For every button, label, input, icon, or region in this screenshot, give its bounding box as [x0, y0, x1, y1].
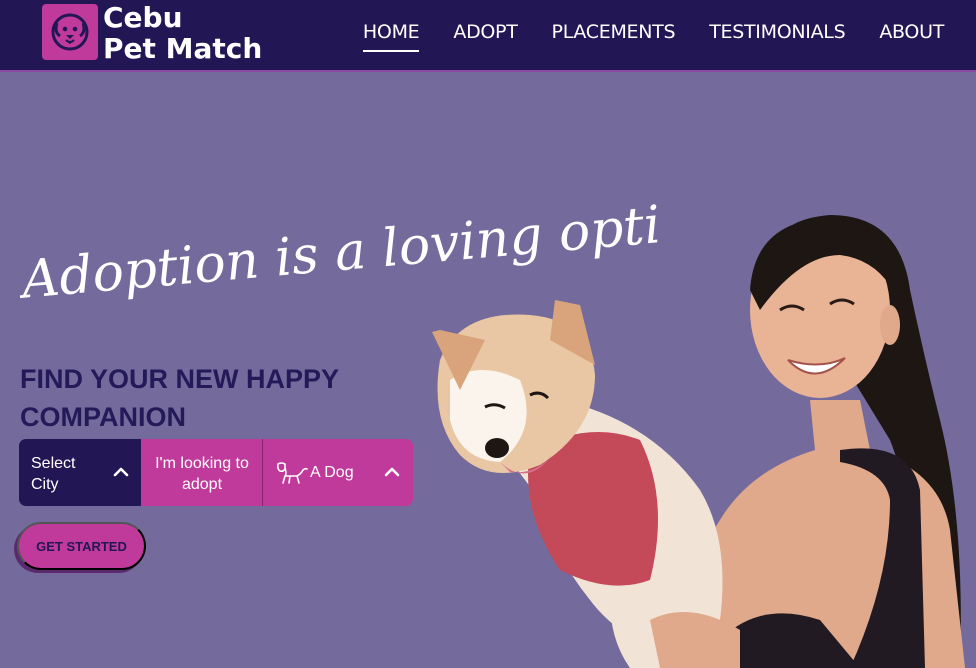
top-navbar: Cebu Pet Match HOME ADOPT PLACEMENTS TES…	[0, 0, 976, 72]
get-started-button[interactable]: GET STARTED	[17, 522, 146, 570]
nav-about[interactable]: ABOUT	[879, 18, 944, 52]
main-nav: HOME ADOPT PLACEMENTS TESTIMONIALS ABOUT	[362, 18, 944, 52]
nav-testimonials[interactable]: TESTIMONIALS	[709, 18, 845, 52]
dog-outline-icon	[276, 462, 308, 484]
city-select-label: Select City	[31, 453, 75, 495]
headline-line-2: COMPANION	[20, 402, 186, 432]
looking-to-adopt-label: I'm looking to adopt	[141, 439, 263, 506]
brand-line-1: Cebu	[103, 1, 183, 34]
nav-home[interactable]: HOME	[362, 18, 420, 52]
pet-type-select[interactable]: A Dog	[263, 439, 413, 506]
nav-placements[interactable]: PLACEMENTS	[552, 18, 676, 52]
city-select-line-1: Select	[31, 455, 76, 472]
headline-line-1: FIND YOUR NEW HAPPY	[20, 364, 340, 394]
brand-name[interactable]: Cebu Pet Match	[103, 2, 262, 64]
script-tagline: Adoption is a loving option	[20, 189, 660, 310]
city-select-line-2: City	[31, 476, 59, 493]
looking-line-2: adopt	[181, 476, 223, 493]
brand-line-2: Pet Match	[103, 32, 263, 65]
pet-type-value: A Dog	[310, 464, 354, 481]
adoption-search-bar: Select City I'm looking to adopt A Dog	[19, 439, 413, 506]
hero-headline: FIND YOUR NEW HAPPY COMPANION	[20, 360, 380, 436]
script-tagline-text: Adoption is a loving option	[20, 189, 660, 310]
looking-line-1: I'm looking to	[155, 455, 249, 472]
logo[interactable]	[42, 4, 98, 60]
nav-adopt[interactable]: ADOPT	[453, 18, 517, 52]
looking-label-text: I'm looking to adopt	[141, 453, 263, 495]
city-select[interactable]: Select City	[19, 439, 141, 506]
chevron-up-icon	[113, 467, 129, 477]
chevron-up-icon	[384, 467, 400, 477]
dog-face-logo-icon	[51, 13, 89, 51]
